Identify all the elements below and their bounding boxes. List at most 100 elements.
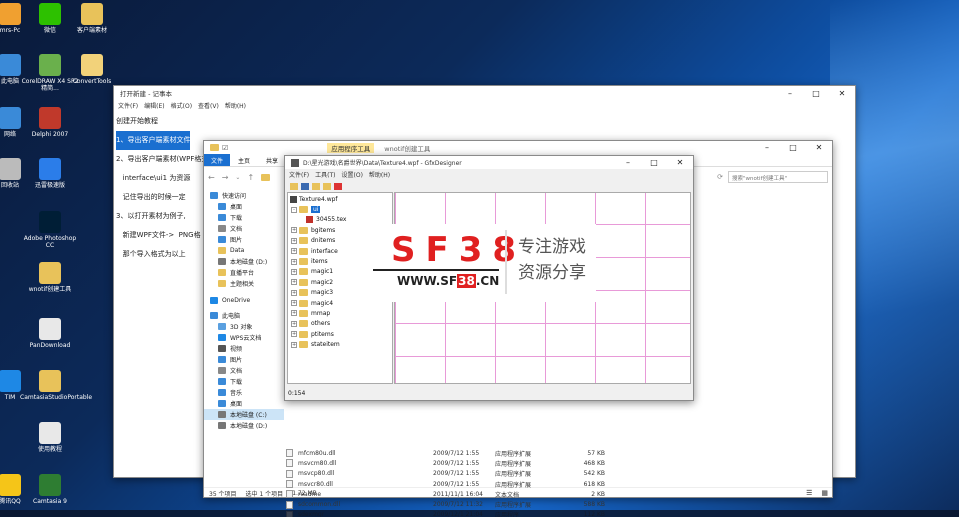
chevron-down-icon[interactable]: ⌄	[235, 174, 240, 181]
nav-item[interactable]: 本地磁盘 (D:)	[204, 256, 284, 267]
export-icon[interactable]	[323, 182, 331, 190]
file-row[interactable]: mfcm80u.dll 2009/7/12 1:55 应用程序扩展 57 KB	[286, 448, 806, 458]
nav-item[interactable]: WPS云文档	[204, 332, 284, 343]
menu-item[interactable]: 文件(F)	[289, 170, 309, 179]
menu-item[interactable]: 帮助(H)	[369, 170, 390, 179]
nav-item[interactable]: Data	[204, 245, 284, 256]
file-row[interactable]: msvcp80.dll 2009/7/12 1:55 应用程序扩展 542 KB	[286, 469, 806, 479]
nav-item[interactable]: 桌面	[204, 398, 284, 409]
maximize-button[interactable]: □	[641, 156, 667, 169]
view-details-icon[interactable]: ☰	[806, 489, 812, 497]
folder-icon	[299, 258, 308, 266]
desktop-icon-item[interactable]: 迅雷极速版	[20, 158, 80, 189]
forward-arrow-icon[interactable]: →	[222, 173, 229, 182]
expand-icon[interactable]: +	[291, 227, 297, 234]
tab-home[interactable]: 主页	[230, 154, 258, 167]
expand-icon[interactable]: +	[291, 258, 297, 265]
tree-item-label: items	[311, 258, 328, 266]
tree-root[interactable]: Texture4.wpf	[290, 194, 390, 204]
explorer-titlebar[interactable]: ☑ 应用程序工具 wnotif创建工具 – □ ✕	[204, 141, 832, 154]
minimize-button[interactable]: –	[754, 141, 780, 154]
expand-icon[interactable]: +	[291, 300, 297, 307]
tree-item[interactable]: - ui	[290, 204, 390, 214]
refresh-icon[interactable]: ⟳	[717, 173, 723, 181]
nav-item[interactable]: 快速访问	[204, 190, 284, 201]
folder-icon	[299, 320, 308, 328]
menu-item[interactable]: 设置(O)	[342, 170, 363, 179]
file-icon	[286, 449, 293, 458]
nav-item[interactable]: 主题相关	[204, 278, 284, 289]
collapse-icon[interactable]: -	[291, 206, 297, 213]
expand-icon[interactable]: +	[291, 331, 297, 338]
tab-share[interactable]: 共享	[258, 154, 286, 167]
expand-icon[interactable]: +	[291, 310, 297, 317]
tree-item[interactable]: + ptitems	[290, 329, 390, 339]
desktop-icon-item[interactable]: 使用教程	[20, 422, 80, 453]
desktop-icon-item[interactable]: wnotif创建工具	[20, 262, 80, 293]
tree-item[interactable]: + others	[290, 319, 390, 329]
maximize-button[interactable]: □	[803, 86, 829, 100]
nav-item[interactable]: 音乐	[204, 387, 284, 398]
desktop-icon-item[interactable]: ConvertTools	[62, 54, 122, 85]
close-button[interactable]: ✕	[829, 86, 855, 100]
tree-item[interactable]: + mmap	[290, 308, 390, 318]
tab-file[interactable]: 文件	[204, 154, 231, 166]
menu-item[interactable]: 工具(T)	[315, 170, 335, 179]
desktop-icon-item[interactable]: TIM	[0, 370, 40, 401]
desktop-icon-item[interactable]: 客户端素材	[62, 3, 122, 34]
expand-icon[interactable]: +	[291, 237, 297, 244]
desktop-icon-item[interactable]: Adobe Photoshop CC	[20, 211, 80, 249]
nav-item[interactable]: 桌面	[204, 201, 284, 212]
expand-icon[interactable]: +	[291, 248, 297, 255]
maximize-button[interactable]: □	[780, 141, 806, 154]
menu-item[interactable]: 帮助(H)	[225, 101, 246, 110]
folder-icon	[299, 247, 308, 255]
nav-item[interactable]: 图片	[204, 234, 284, 245]
nav-item[interactable]: 图片	[204, 354, 284, 365]
file-row[interactable]: msvcm80.dll 2009/7/12 1:55 应用程序扩展 468 KB	[286, 458, 806, 468]
desktop-icon-item[interactable]: 腾讯QQ	[0, 474, 40, 505]
folder-icon	[210, 144, 219, 151]
file-row[interactable]: sdcommon.dll 2009/7/12 11:32 应用程序扩展 588 KB	[286, 499, 806, 509]
open-icon[interactable]	[290, 182, 298, 190]
gfx-titlebar[interactable]: D:\星光游戏\名爵世界\Data\Texture4.wpf - GfxDesi…	[285, 156, 693, 169]
expand-icon[interactable]: +	[291, 289, 297, 296]
up-arrow-icon[interactable]: ↑	[247, 173, 254, 182]
tree-item[interactable]: + stateitem	[290, 339, 390, 349]
delete-icon[interactable]	[334, 182, 342, 190]
menu-item[interactable]: 文件(F)	[118, 101, 138, 110]
menu-item[interactable]: 查看(V)	[198, 101, 219, 110]
expand-icon[interactable]: +	[291, 320, 297, 327]
nav-item[interactable]: 文档	[204, 223, 284, 234]
minimize-button[interactable]: –	[777, 86, 803, 100]
nav-item[interactable]: 本地磁盘 (C:)	[204, 409, 284, 420]
expand-icon[interactable]: +	[291, 268, 297, 275]
nav-item[interactable]: 3D 对象	[204, 321, 284, 332]
close-button[interactable]: ✕	[806, 141, 832, 154]
search-input[interactable]: 搜索"wnotif创建工具"	[728, 171, 828, 183]
menu-item[interactable]: 编辑(E)	[144, 101, 164, 110]
desktop-icon-item[interactable]: PanDownload	[20, 318, 80, 349]
notepad-titlebar[interactable]: 打开新建 - 记事本 – □ ✕	[114, 86, 855, 100]
nav-item[interactable]: 此电脑	[204, 310, 284, 321]
wpf-file-icon	[290, 195, 297, 203]
nav-item[interactable]: 文档	[204, 365, 284, 376]
back-arrow-icon[interactable]: ←	[208, 173, 215, 182]
nav-item[interactable]: OneDrive	[204, 295, 284, 306]
nav-item[interactable]: 本地磁盘 (D:)	[204, 420, 284, 431]
file-row[interactable]: msvcr80.dll 2009/7/12 1:55 应用程序扩展 618 KB	[286, 479, 806, 489]
close-button[interactable]: ✕	[667, 156, 693, 169]
expand-icon[interactable]: +	[291, 279, 297, 286]
nav-item[interactable]: 下载	[204, 376, 284, 387]
menu-item[interactable]: 格式(O)	[171, 101, 192, 110]
minimize-button[interactable]: –	[615, 156, 641, 169]
view-tiles-icon[interactable]: ▦	[821, 489, 828, 497]
nav-item[interactable]: 视频	[204, 343, 284, 354]
expand-icon[interactable]: +	[291, 341, 297, 348]
nav-item[interactable]: 直播平台	[204, 267, 284, 278]
desktop-icon-item[interactable]: Delphi 2007	[20, 107, 80, 138]
file-row[interactable]: readme 2011/11/1 16:04 文本文档 2 KB	[286, 489, 806, 499]
save-icon[interactable]	[301, 182, 309, 190]
import-icon[interactable]	[312, 182, 320, 190]
nav-item[interactable]: 下载	[204, 212, 284, 223]
